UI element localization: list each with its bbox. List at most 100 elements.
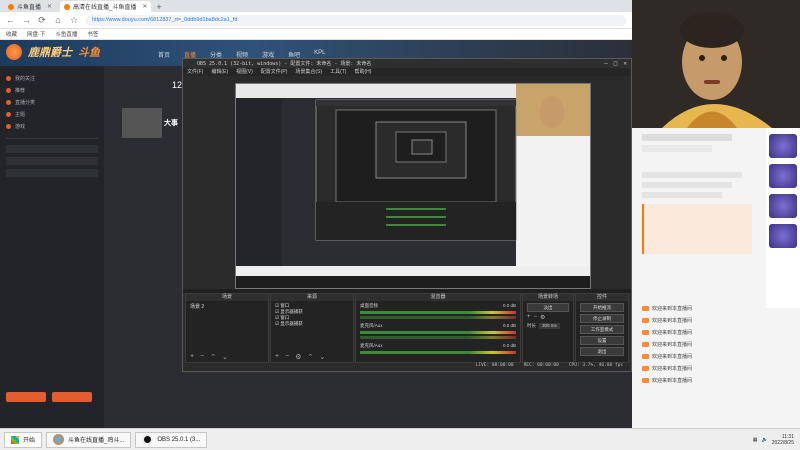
exit-button[interactable]: 退出 — [580, 347, 624, 356]
sidebar-label: 主题 — [15, 111, 26, 118]
down-icon[interactable]: ⌄ — [319, 353, 325, 361]
gift-item[interactable] — [769, 224, 797, 248]
category-grid — [0, 145, 104, 177]
menu-profile[interactable]: 配置文件(P) — [261, 68, 288, 76]
sidebar-item[interactable]: 推荐 — [0, 84, 104, 96]
close-icon[interactable]: ✕ — [623, 60, 627, 67]
clock[interactable]: 11:31 2022/8/25 — [772, 434, 794, 446]
forward-icon[interactable]: → — [22, 15, 31, 25]
back-icon[interactable]: ← — [6, 15, 15, 25]
chat-text: 欢迎来到本直播间 — [652, 365, 693, 372]
gear-icon[interactable]: ⚙ — [540, 314, 545, 321]
home-icon[interactable]: ⌂ — [54, 15, 62, 25]
gear-icon[interactable]: ⚙ — [295, 353, 301, 361]
bookmark-item[interactable]: 网盘·下 — [27, 30, 45, 38]
taskbar-obs[interactable]: OBS 25.0.1 (3... — [135, 431, 208, 448]
category-cell[interactable] — [36, 169, 68, 177]
close-icon[interactable]: ✕ — [142, 3, 147, 10]
remove-icon[interactable]: − — [200, 353, 204, 361]
new-tab-icon[interactable]: + — [151, 2, 166, 12]
obs-titlebar[interactable]: OBS 25.0.1 (32-bit, windows) - 配置文件: 未命名… — [183, 59, 631, 68]
recommend-icon — [6, 87, 11, 93]
start-streaming-button[interactable]: 开始推流 — [580, 303, 624, 312]
add-icon[interactable]: + — [275, 353, 279, 361]
live-video[interactable] — [632, 0, 800, 128]
up-icon[interactable]: ⌃ — [210, 353, 216, 361]
bookmark-item[interactable]: 书签 — [87, 30, 98, 38]
tab-favicon-icon — [64, 3, 71, 10]
volume-icon[interactable]: 🔈 — [762, 437, 768, 443]
streamer-face-image — [632, 0, 800, 128]
category-cell[interactable] — [6, 157, 37, 165]
menu-edit[interactable]: 编辑(E) — [211, 68, 228, 76]
settings-button[interactable]: 设置 — [580, 336, 624, 345]
category-cell[interactable] — [6, 169, 37, 177]
sidebar-item[interactable]: 主题 — [0, 108, 104, 120]
controls-dock: 控件 开始推流 停止录制 工作室模式 设置 退出 — [575, 293, 629, 363]
streamer-thumb[interactable] — [122, 108, 162, 138]
browser-tab-active[interactable]: 高清在线直播_斗鱼直播 ✕ — [60, 1, 152, 12]
mixer-track: 麦克风/Aux 0.0 dB — [356, 321, 520, 341]
obs-preview[interactable] — [235, 83, 591, 289]
duration-input[interactable]: 300 ms — [539, 323, 560, 329]
up-icon[interactable]: ⌃ — [307, 353, 313, 361]
obs-window: OBS 25.0.1 (32-bit, windows) - 配置文件: 未命名… — [182, 58, 632, 372]
minimize-icon[interactable]: – — [604, 60, 608, 67]
bookmark-item[interactable]: 斗鱼直播 — [55, 30, 77, 38]
chat-message: 欢迎来到本直播间 — [632, 338, 800, 350]
sidebar-item[interactable]: 直播分类 — [0, 96, 104, 108]
bookmarks-bar: 收藏 网盘·下 斗鱼直播 书签 — [0, 29, 632, 40]
track-db: 0.0 dB — [502, 303, 516, 308]
address-bar[interactable]: https://www.douyu.com/6812837_rt=_0ddb9d… — [86, 14, 626, 26]
sidebar-item[interactable]: 我的关注 — [0, 72, 104, 84]
app-button[interactable] — [52, 392, 92, 402]
transitions-dock: 场景转场 淡出 + − ⚙ 时长 300 ms — [522, 293, 574, 363]
category-cell[interactable] — [36, 145, 68, 153]
maximize-icon[interactable]: □ — [614, 60, 618, 67]
menu-scene-collection[interactable]: 场景集合(S) — [295, 68, 322, 76]
nav-item[interactable]: 首页 — [158, 50, 170, 59]
gift-item[interactable] — [769, 134, 797, 158]
volume-slider[interactable] — [360, 336, 516, 339]
transitions-title: 场景转场 — [523, 294, 573, 301]
transition-select[interactable]: 淡出 — [527, 303, 569, 312]
category-cell[interactable] — [67, 169, 98, 177]
bookmark-item[interactable]: 收藏 — [6, 30, 17, 38]
level-badge-icon — [642, 365, 649, 371]
scene-item[interactable]: 场景 2 — [186, 301, 268, 312]
remove-icon[interactable]: − — [534, 314, 538, 321]
start-button[interactable]: 开始 — [4, 431, 43, 448]
obs-statusbar: LIVE: 00:00:00 REC: 00:00:00 CPU: 3.7%, … — [183, 363, 631, 371]
stop-recording-button[interactable]: 停止录制 — [580, 314, 624, 323]
category-cell[interactable] — [67, 145, 98, 153]
browser-toolbar: ← → ⟳ ⌂ ☆ https://www.douyu.com/6812837_… — [0, 12, 632, 29]
source-item[interactable]: ☑ 显示器捕获 — [275, 321, 349, 327]
menu-file[interactable]: 文件(F) — [187, 68, 203, 76]
category-cell[interactable] — [67, 157, 98, 165]
reload-icon[interactable]: ⟳ — [38, 15, 46, 26]
network-icon[interactable]: ▦ — [753, 437, 758, 443]
browser-tab[interactable]: 斗鱼直播 ✕ — [4, 1, 56, 12]
sidebar-item[interactable]: 游戏 — [0, 120, 104, 132]
add-icon[interactable]: + — [527, 314, 531, 321]
download-button[interactable] — [6, 392, 46, 402]
category-cell[interactable] — [6, 145, 37, 153]
obs-icon — [142, 434, 154, 445]
studio-mode-button[interactable]: 工作室模式 — [580, 325, 624, 334]
volume-slider[interactable] — [360, 316, 516, 319]
site-logo-icon[interactable] — [6, 44, 22, 60]
gift-item[interactable] — [769, 194, 797, 218]
menu-tools[interactable]: 工具(T) — [330, 68, 346, 76]
gift-item[interactable] — [769, 164, 797, 188]
remove-icon[interactable]: − — [285, 353, 289, 361]
streamer-name[interactable]: 大事 — [164, 118, 178, 128]
close-icon[interactable]: ✕ — [47, 3, 52, 10]
star-icon[interactable]: ☆ — [70, 15, 78, 26]
taskbar-browser[interactable]: 斗鱼在线直播_鸡斗... — [46, 431, 132, 448]
add-icon[interactable]: + — [190, 353, 194, 361]
menu-help[interactable]: 帮助(H) — [354, 68, 371, 76]
sources-toolbar: + − ⚙ ⌃ ⌄ — [275, 353, 325, 361]
category-cell[interactable] — [36, 157, 68, 165]
menu-view[interactable]: 视图(V) — [236, 68, 253, 76]
down-icon[interactable]: ⌄ — [222, 353, 228, 361]
